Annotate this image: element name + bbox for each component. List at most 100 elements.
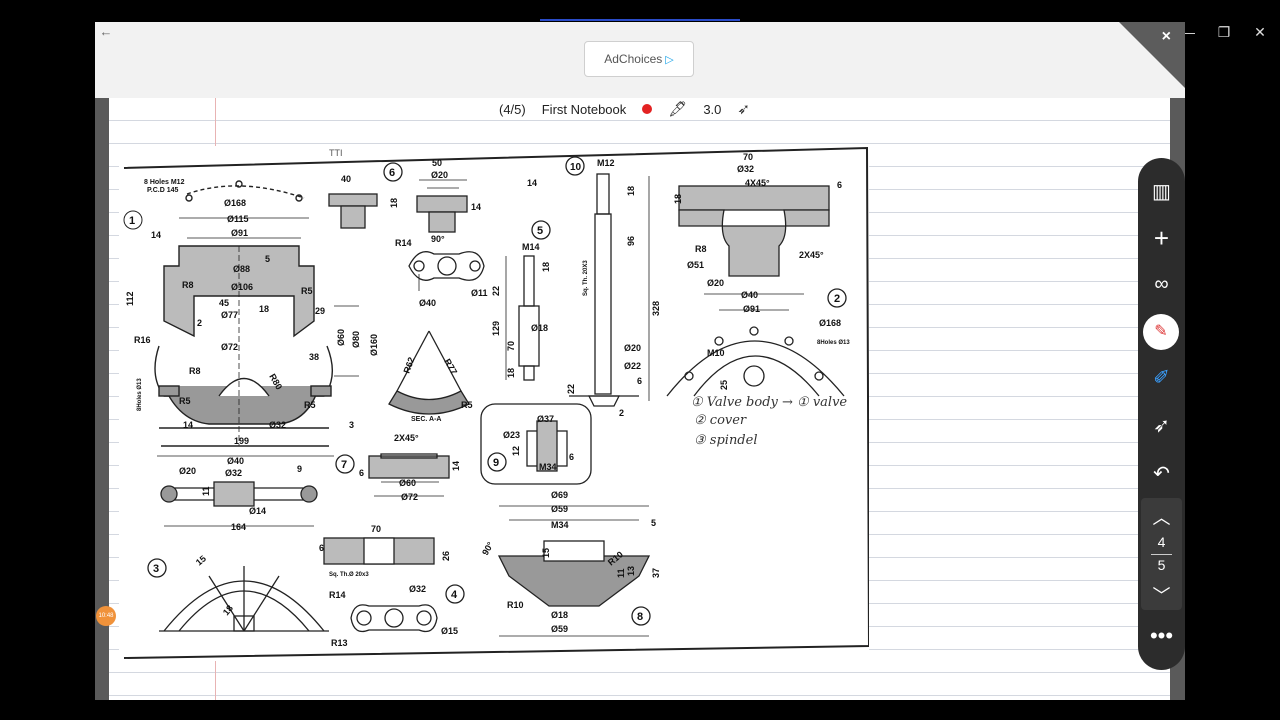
svg-text:18: 18 [259, 304, 269, 314]
close-window-button[interactable]: ✕ [1248, 22, 1272, 42]
svg-text:18: 18 [506, 368, 516, 378]
svg-text:3: 3 [153, 563, 159, 575]
svg-text:R8: R8 [695, 244, 707, 254]
svg-text:Ø168: Ø168 [224, 198, 246, 208]
svg-text:8Holes Ø13: 8Holes Ø13 [137, 378, 143, 411]
arrow-left-icon[interactable]: ← [96, 22, 116, 42]
svg-text:R5: R5 [301, 286, 313, 296]
svg-text:2X45°: 2X45° [394, 433, 419, 443]
svg-text:45: 45 [219, 298, 229, 308]
svg-text:2: 2 [197, 318, 202, 328]
svg-text:Ø20: Ø20 [179, 466, 196, 476]
svg-text:R16: R16 [134, 335, 151, 345]
page-divider [1151, 554, 1172, 555]
svg-text:Sq. Th.Ø 20x3: Sq. Th.Ø 20x3 [329, 572, 369, 578]
svg-text:18: 18 [541, 262, 551, 272]
current-page: 4 [1157, 534, 1166, 550]
svg-text:R10: R10 [507, 600, 524, 610]
adchoices-button[interactable]: AdChoices ▷ [584, 41, 694, 77]
record-indicator-icon[interactable] [642, 104, 653, 114]
svg-text:Ø160: Ø160 [369, 334, 379, 356]
svg-text:14: 14 [183, 420, 193, 430]
svg-text:22: 22 [491, 286, 501, 296]
svg-text:③ spindel: ③ spindel [694, 433, 757, 448]
adchoices-triangle-icon: ▷ [665, 54, 674, 66]
svg-text:199: 199 [234, 436, 249, 446]
ad-close-button[interactable]: × [1162, 28, 1171, 46]
svg-text:18: 18 [673, 194, 683, 204]
svg-text:Ø69: Ø69 [551, 490, 568, 500]
notebook-name[interactable]: First Notebook [542, 102, 627, 117]
svg-text:Ø32: Ø32 [409, 584, 426, 594]
svg-text:Ø20: Ø20 [431, 170, 448, 180]
highlighter-icon[interactable]: ✐ [1138, 360, 1185, 396]
svg-text:Ø32: Ø32 [737, 164, 754, 174]
undo-icon[interactable]: ↶ [1138, 456, 1185, 492]
svg-text:6: 6 [389, 167, 395, 179]
svg-text:5: 5 [265, 254, 270, 264]
svg-text:90°: 90° [431, 234, 445, 244]
svg-text:Ø106: Ø106 [231, 282, 253, 292]
part-sleeve [323, 537, 435, 565]
library-icon[interactable]: ▥ [1138, 174, 1185, 210]
svg-text:Ø20: Ø20 [624, 343, 641, 353]
svg-text:96: 96 [626, 236, 636, 246]
svg-text:6: 6 [359, 468, 364, 478]
svg-text:129: 129 [491, 321, 501, 336]
pen-nib-icon[interactable]: 🖋 [668, 100, 687, 118]
svg-text:70: 70 [743, 152, 753, 162]
page-up-button[interactable]: ︿ [1141, 504, 1182, 530]
svg-text:Ø23: Ø23 [503, 430, 520, 440]
svg-text:P.C.D 145: P.C.D 145 [147, 187, 178, 194]
bottom-bar [0, 700, 1280, 720]
svg-text:4X45°: 4X45° [745, 178, 770, 188]
floating-toolbar: ▥ + ∞ ✎ ✐ ➶ ↶ ︿ 4 5 ﹀ ••• [1138, 158, 1185, 670]
svg-text:10: 10 [570, 162, 582, 173]
svg-text:12: 12 [511, 446, 521, 456]
svg-text:R8: R8 [182, 280, 194, 290]
svg-text:2: 2 [834, 293, 840, 305]
svg-text:Ø32: Ø32 [269, 420, 286, 430]
svg-text:8 Holes M12: 8 Holes M12 [144, 179, 185, 186]
pen-icon[interactable]: ✎ [1143, 314, 1179, 350]
svg-text:5: 5 [651, 518, 656, 528]
plus-icon[interactable]: + [1138, 220, 1185, 256]
svg-text:Ø40: Ø40 [227, 456, 244, 466]
svg-text:38: 38 [309, 352, 319, 362]
pen-size[interactable]: 3.0 [703, 102, 721, 117]
svg-text:70: 70 [371, 524, 381, 534]
svg-text:R14: R14 [395, 238, 412, 248]
ad-banner[interactable]: AdChoices ▷ × [95, 22, 1185, 98]
restore-button[interactable]: ❐ [1212, 22, 1236, 42]
svg-text:1: 1 [129, 215, 135, 227]
svg-text:Ø88: Ø88 [233, 264, 250, 274]
svg-text:M12: M12 [597, 158, 615, 168]
svg-text:Ø18: Ø18 [531, 323, 548, 333]
svg-text:Ø22: Ø22 [624, 361, 641, 371]
notebook-page[interactable]: (4/5) First Notebook 🖋 3.0 ➶ TTI 1 8 Hol… [109, 98, 1170, 700]
svg-text:328: 328 [651, 301, 661, 316]
svg-text:18: 18 [389, 198, 399, 208]
svg-text:5: 5 [537, 225, 543, 237]
svg-text:R5: R5 [461, 400, 473, 410]
svg-text:4: 4 [451, 589, 458, 601]
page-navigator: ︿ 4 5 ﹀ [1141, 498, 1182, 610]
svg-text:70: 70 [506, 341, 516, 351]
loading-progress-bar [540, 19, 740, 21]
total-pages: 5 [1157, 557, 1166, 573]
svg-text:9: 9 [493, 457, 499, 469]
more-icon[interactable]: ••• [1138, 618, 1185, 654]
svg-text:Ø77: Ø77 [221, 310, 238, 320]
laser-pointer-icon[interactable]: ➶ [1138, 408, 1185, 444]
svg-text:Ø115: Ø115 [227, 214, 249, 224]
svg-text:37: 37 [651, 568, 661, 578]
svg-text:R5: R5 [304, 400, 316, 410]
glasses-icon[interactable]: ∞ [1138, 266, 1185, 302]
svg-text:13: 13 [626, 566, 636, 576]
timestamp-bubble[interactable]: 10:48 [96, 606, 116, 626]
svg-text:Ø40: Ø40 [419, 298, 436, 308]
sync-icon[interactable]: ➶ [737, 100, 750, 118]
page-down-button[interactable]: ﹀ [1141, 582, 1182, 608]
svg-text:Ø59: Ø59 [551, 504, 568, 514]
svg-text:Ø11: Ø11 [471, 288, 488, 298]
